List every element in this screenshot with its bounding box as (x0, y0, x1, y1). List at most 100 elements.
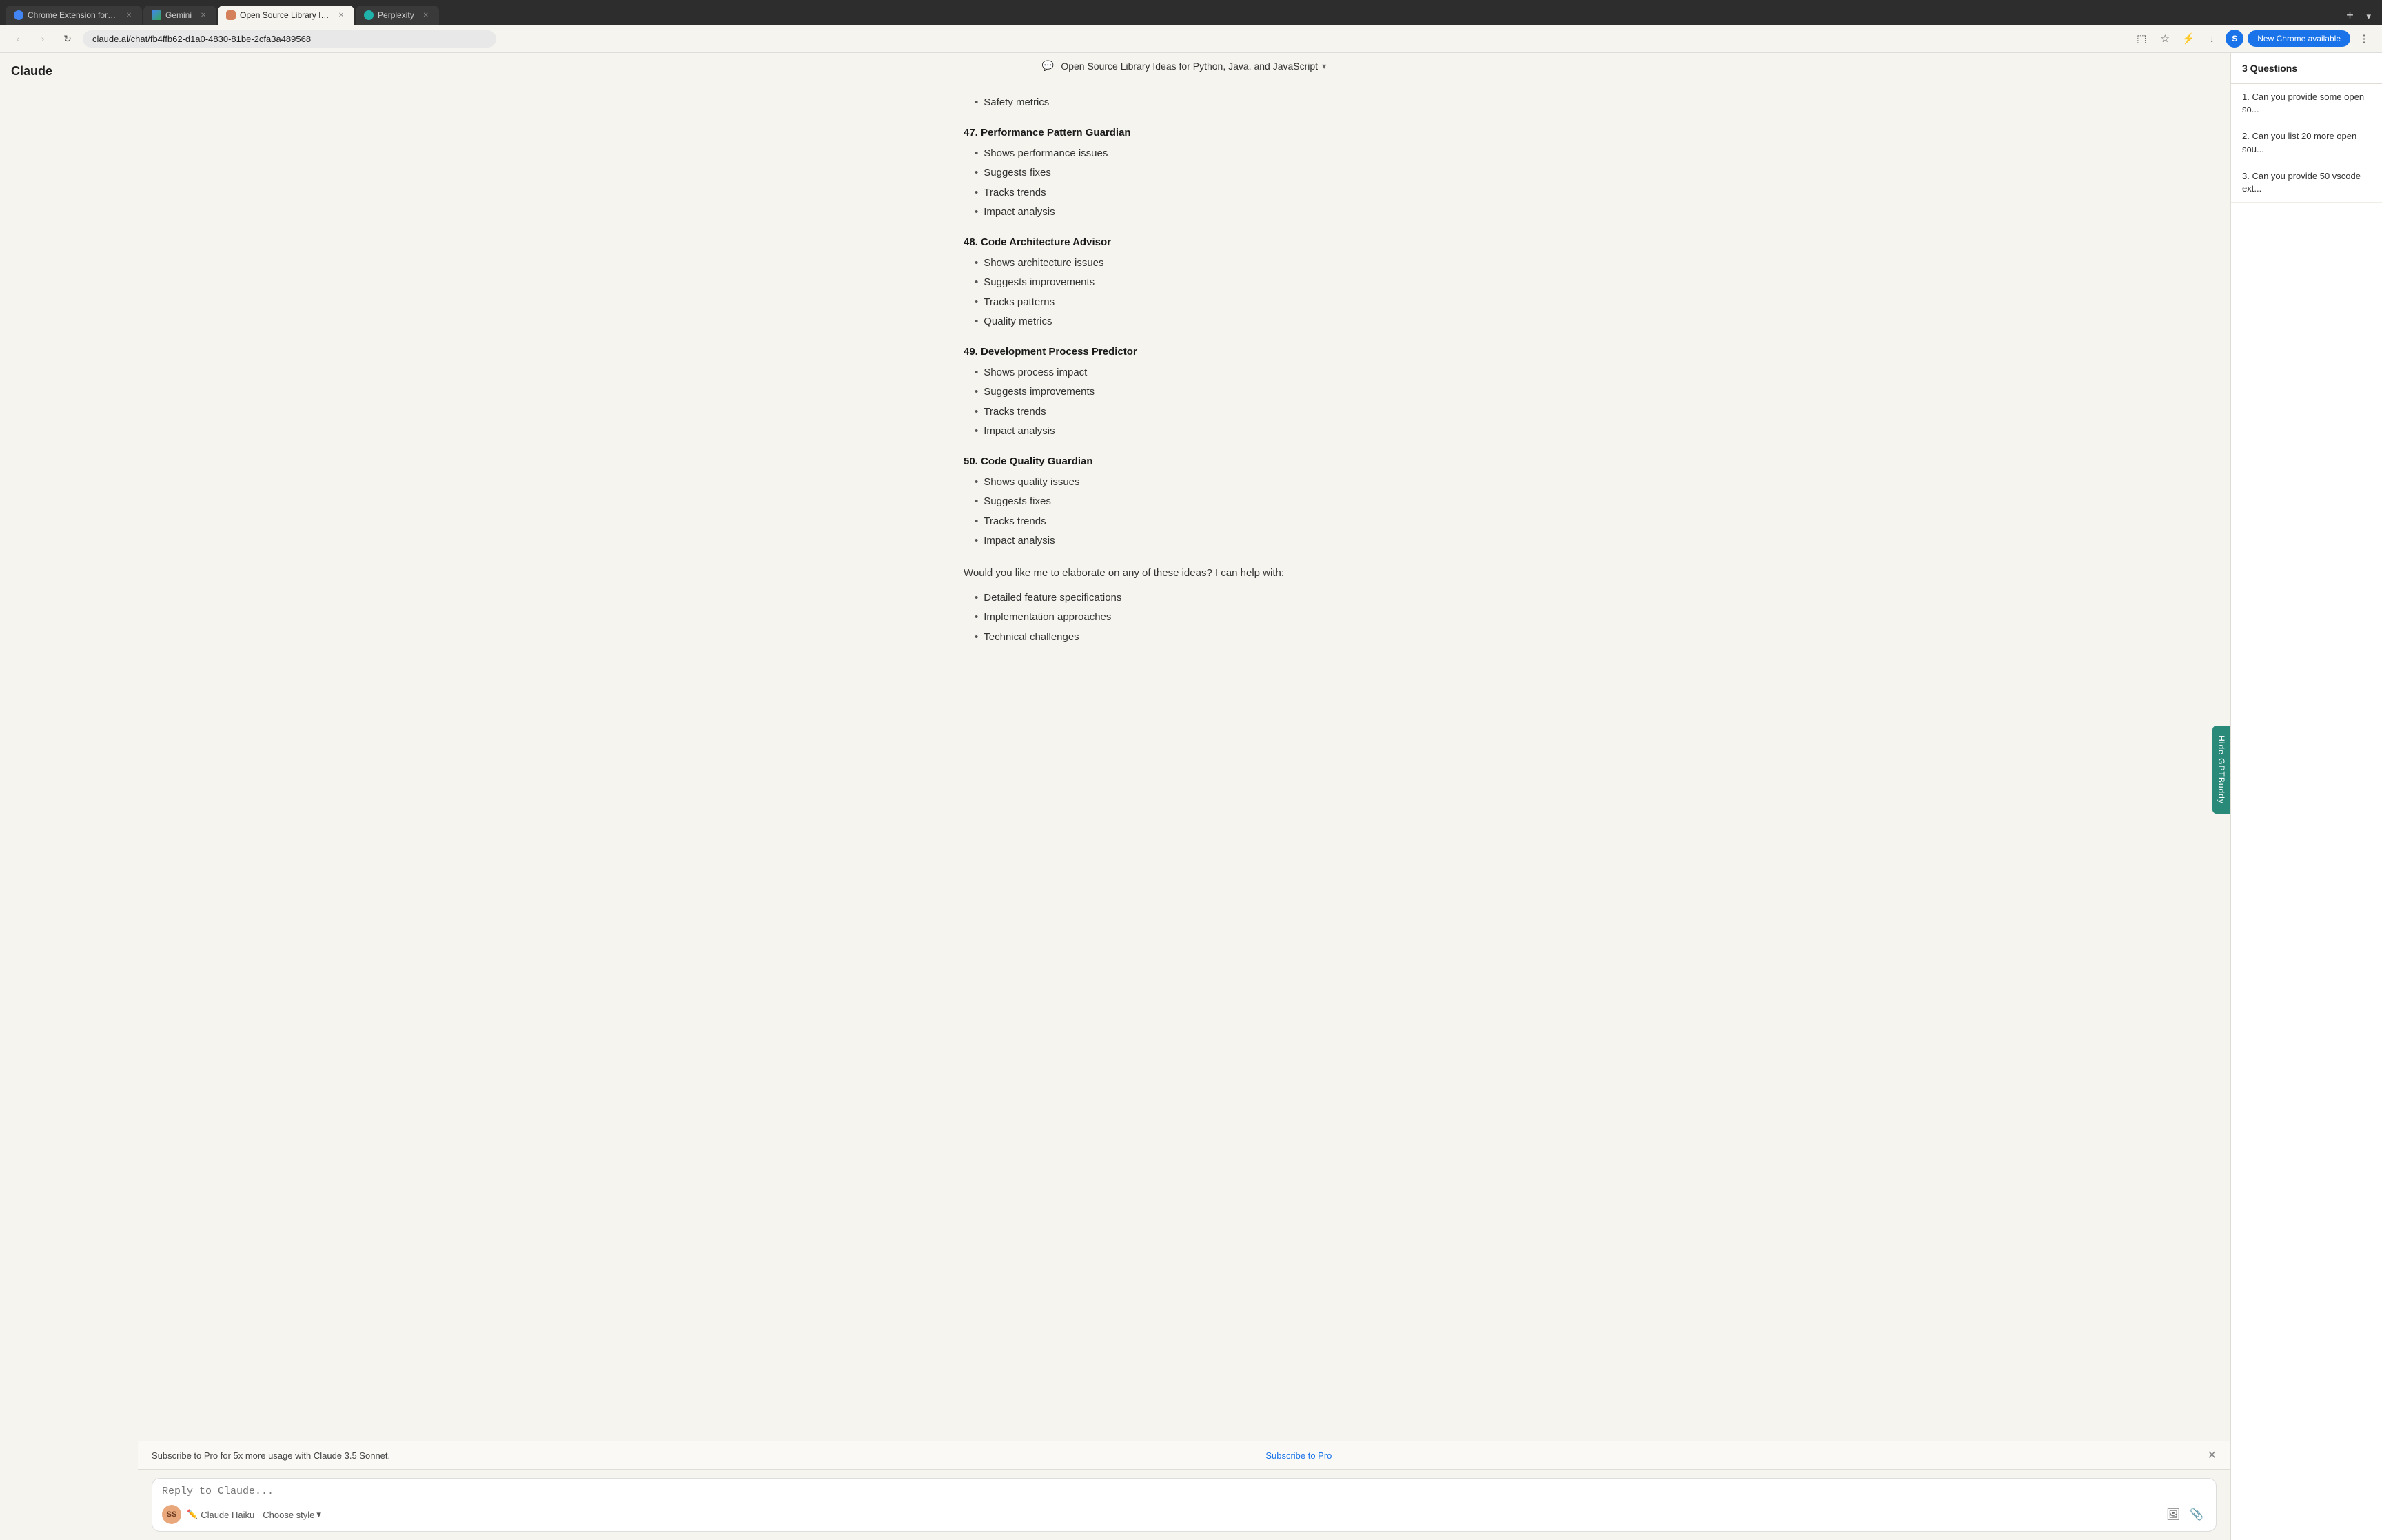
new-tab-button[interactable]: + (2340, 6, 2359, 25)
tab-gemini-tab[interactable]: Gemini ✕ (143, 6, 216, 25)
list-item: Impact analysis (975, 531, 1405, 551)
tab-claude-close[interactable]: ✕ (336, 10, 346, 20)
tab-chrome-ext-close[interactable]: ✕ (124, 10, 134, 20)
browser-chrome: Chrome Extension for AI Cha... ✕ Gemini … (0, 0, 2382, 53)
tab-claude-label: Open Source Library Ideas fo... (240, 10, 329, 20)
tab-bar: Chrome Extension for AI Cha... ✕ Gemini … (6, 6, 2376, 25)
item-50-bullets: Shows quality issuesSuggests fixesTracks… (964, 473, 1405, 551)
subscribe-banner: Subscribe to Pro for 5x more usage with … (138, 1441, 2230, 1469)
profile-avatar[interactable]: S (2226, 30, 2243, 48)
reload-button[interactable]: ↻ (58, 29, 77, 48)
tab-perplexity-label: Perplexity (378, 10, 414, 20)
subscribe-close-button[interactable]: ✕ (2208, 1448, 2217, 1462)
model-icon: ✏️ (187, 1509, 198, 1520)
tab-gemini-label: Gemini (165, 10, 192, 20)
input-area: SS ✏️ Claude Haiku Choose style ▾ 🖼 � (138, 1469, 2230, 1540)
chat-icon: 💬 (1042, 60, 1054, 72)
tab-chrome-ext-tab[interactable]: Chrome Extension for AI Cha... ✕ (6, 6, 142, 25)
list-item: Suggests fixes (975, 492, 1405, 512)
chat-title-button[interactable]: 💬 Open Source Library Ideas for Python, … (1042, 60, 1326, 72)
list-item: Shows performance issues (975, 144, 1405, 164)
tab-chrome-ext-label: Chrome Extension for AI Cha... (28, 10, 117, 20)
page: Claude 💬 Open Source Library Ideas for P… (0, 53, 2382, 1540)
model-selector[interactable]: ✏️ Claude Haiku Choose style ▾ (187, 1509, 321, 1520)
top-bullets: Safety metrics (964, 93, 1405, 113)
item-49-title: 49. Development Process Predictor (964, 346, 1405, 358)
style-chevron-icon: ▾ (316, 1509, 321, 1520)
gptbuddy-tab[interactable]: Hide GPTBuddy (2212, 726, 2230, 814)
question-item-2[interactable]: 2. Can you list 20 more open sou... (2231, 123, 2382, 163)
file-attach-button[interactable]: 📎 (2187, 1505, 2206, 1524)
tab-perplexity-tab[interactable]: Perplexity ✕ (356, 6, 439, 25)
cast-icon[interactable]: ⬚ (2132, 29, 2151, 48)
list-item: Shows quality issues (975, 473, 1405, 493)
chat-title-text: Open Source Library Ideas for Python, Ja… (1061, 61, 1318, 72)
reply-input[interactable] (162, 1486, 2206, 1497)
list-item: Impact analysis (975, 203, 1405, 223)
chat-header: 💬 Open Source Library Ideas for Python, … (138, 53, 2230, 79)
question-item-3[interactable]: 3. Can you provide 50 vscode ext... (2231, 163, 2382, 203)
tab-perplexity-favicon (364, 10, 374, 20)
content-scroll: Safety metrics 47. Performance Pattern G… (138, 79, 2230, 1441)
list-item: Tracks trends (975, 402, 1405, 422)
forward-button[interactable]: › (33, 29, 52, 48)
item-49-bullets: Shows process impactSuggests improvement… (964, 363, 1405, 442)
reply-actions: SS ✏️ Claude Haiku Choose style ▾ 🖼 � (162, 1505, 2206, 1524)
toolbar-right: ⬚ ☆ ⚡ ↓ S New Chrome available ⋮ (2132, 29, 2374, 48)
list-item: Quality metrics (975, 312, 1405, 332)
user-avatar: SS (162, 1505, 181, 1524)
chat-item-50: 50. Code Quality Guardian Shows quality … (964, 455, 1405, 551)
tab-overflow-button[interactable]: ▾ (2361, 8, 2376, 25)
question-item-1[interactable]: 1. Can you provide some open so... (2231, 84, 2382, 123)
subscribe-link[interactable]: Subscribe to Pro (1265, 1450, 1332, 1461)
list-item: Safety metrics (975, 93, 1405, 113)
tab-gemini-favicon (152, 10, 161, 20)
list-item: Tracks patterns (975, 293, 1405, 313)
right-sidebar-header: 3 Questions (2231, 53, 2382, 84)
item-48-title: 48. Code Architecture Advisor (964, 236, 1405, 248)
subscribe-text: Subscribe to Pro for 5x more usage with … (152, 1450, 390, 1461)
download-icon[interactable]: ↓ (2202, 29, 2221, 48)
bookmark-icon[interactable]: ☆ (2155, 29, 2175, 48)
list-item: Suggests improvements (975, 273, 1405, 293)
list-item: Tracks trends (975, 183, 1405, 203)
reply-actions-left: SS ✏️ Claude Haiku Choose style ▾ (162, 1505, 321, 1524)
chat-item-49: 49. Development Process Predictor Shows … (964, 346, 1405, 442)
list-item: Impact analysis (975, 422, 1405, 442)
tab-claude-favicon (226, 10, 236, 20)
left-sidebar: Claude (0, 53, 138, 1540)
address-bar-row: ‹ › ↻ ⬚ ☆ ⚡ ↓ S New Chrome available ⋮ (0, 25, 2382, 53)
elaboration-text: Would you like me to elaborate on any of… (964, 565, 1405, 582)
menu-icon[interactable]: ⋮ (2354, 29, 2374, 48)
tab-claude-tab[interactable]: Open Source Library Ideas fo... ✕ (218, 6, 354, 25)
chat-items-container: 47. Performance Pattern Guardian Shows p… (964, 127, 1405, 551)
reply-box: SS ✏️ Claude Haiku Choose style ▾ 🖼 � (152, 1478, 2217, 1532)
item-50-title: 50. Code Quality Guardian (964, 455, 1405, 467)
list-item: Suggests fixes (975, 163, 1405, 183)
item-48-bullets: Shows architecture issuesSuggests improv… (964, 254, 1405, 332)
content-inner: Safety metrics 47. Performance Pattern G… (950, 93, 1418, 647)
questions-container: 1. Can you provide some open so...2. Can… (2231, 84, 2382, 203)
item-47-title: 47. Performance Pattern Guardian (964, 127, 1405, 138)
new-chrome-button[interactable]: New Chrome available (2248, 30, 2350, 47)
list-item: Suggests improvements (975, 382, 1405, 402)
image-attach-button[interactable]: 🖼 (2164, 1505, 2183, 1524)
claude-logo: Claude (6, 61, 132, 81)
elaboration-item: Implementation approaches (975, 608, 1405, 628)
model-choose-style[interactable]: Choose style ▾ (263, 1509, 321, 1520)
tab-gemini-close[interactable]: ✕ (198, 10, 208, 20)
tab-perplexity-close[interactable]: ✕ (421, 10, 431, 20)
chat-item-47: 47. Performance Pattern Guardian Shows p… (964, 127, 1405, 223)
elaboration-item: Technical challenges (975, 628, 1405, 648)
input-right-actions: 🖼 📎 (2164, 1505, 2206, 1524)
extensions-icon[interactable]: ⚡ (2179, 29, 2198, 48)
list-item: Shows process impact (975, 363, 1405, 383)
list-item: Shows architecture issues (975, 254, 1405, 274)
right-sidebar: 3 Questions 1. Can you provide some open… (2230, 53, 2382, 1540)
chat-item-48: 48. Code Architecture Advisor Shows arch… (964, 236, 1405, 332)
address-input[interactable] (83, 30, 496, 48)
item-47-bullets: Shows performance issuesSuggests fixesTr… (964, 144, 1405, 223)
back-button[interactable]: ‹ (8, 29, 28, 48)
style-label-text: Choose style (263, 1510, 314, 1520)
list-item: Tracks trends (975, 512, 1405, 532)
